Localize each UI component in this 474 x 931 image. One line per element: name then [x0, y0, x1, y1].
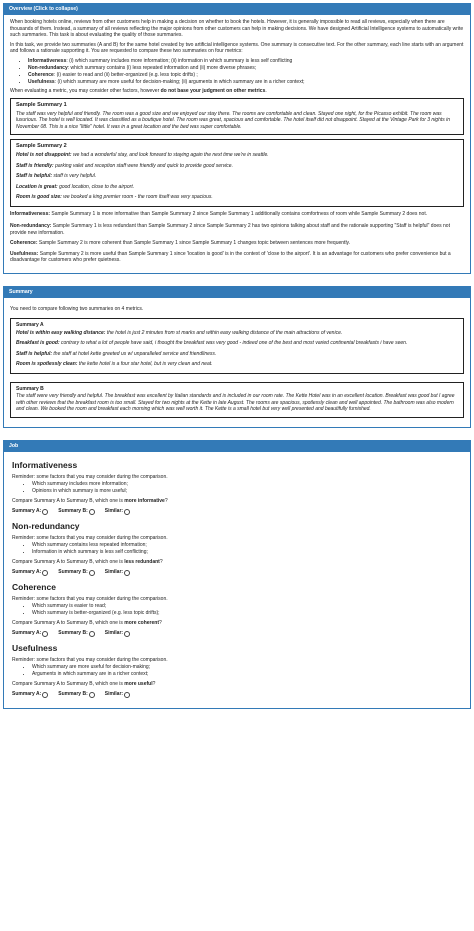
option-summary-a[interactable]: Summary A:: [12, 569, 49, 576]
summary-intro: You need to compare following two summar…: [10, 305, 144, 312]
radio-button[interactable]: [88, 508, 95, 515]
factor-item: Which summary contains less repeated inf…: [32, 542, 462, 549]
radio-group: Summary A: Summary B: Similar:: [12, 569, 462, 576]
radio-button[interactable]: [42, 569, 49, 576]
explanation-usefulness: Usefulness: Sample Summary 2 is more use…: [10, 250, 451, 264]
overview-panel: Overview (Click to collapse) When bookin…: [3, 3, 471, 274]
argument-line: Room is spotlessly clean: the kette hote…: [16, 361, 213, 368]
job-header: Job: [4, 440, 470, 452]
radio-button[interactable]: [88, 569, 95, 576]
sample-summary-2-title: Sample Summary 2: [16, 143, 67, 150]
factor-list: Which summary contains less repeated inf…: [32, 542, 462, 556]
factor-item: Arguments in which summary are in a rich…: [32, 671, 462, 678]
factor-list: Which summary includes more information;…: [32, 481, 462, 495]
metric-item: Non-redundancy: which summary contains (…: [28, 65, 464, 72]
job-body: Informativeness Reminder: some factors t…: [4, 452, 470, 708]
reminder-text: Reminder: some factors that you may cons…: [12, 534, 168, 541]
radio-button[interactable]: [42, 630, 49, 637]
sample-summary-2: Sample Summary 2 Hotel is not disappoint…: [10, 139, 464, 207]
radio-group: Summary A: Summary B: Similar:: [12, 630, 462, 637]
argument-line: Breakfast is good: contrary to what a lo…: [16, 340, 408, 347]
argument-line: Staff is helpful: the staff at hotel ket…: [16, 350, 217, 357]
radio-button[interactable]: [88, 691, 95, 698]
radio-button[interactable]: [42, 508, 49, 515]
option-summary-b[interactable]: Summary B:: [58, 630, 95, 637]
overview-note: When evaluating a metric, you may consid…: [10, 88, 267, 94]
metrics-list: Informativeness: (i) which summary inclu…: [28, 58, 464, 86]
option-summary-a[interactable]: Summary A:: [12, 508, 49, 515]
factor-item: Which summary is easier to read;: [32, 603, 462, 610]
section-title: Usefulness: [12, 642, 58, 653]
radio-button[interactable]: [124, 630, 131, 637]
explanation-informativeness: Informativeness: Sample Summary 1 is mor…: [10, 210, 428, 217]
explanation-non-redundancy: Non-redundancy: Sample Summary 1 is less…: [10, 223, 450, 236]
option-summary-b[interactable]: Summary B:: [58, 691, 95, 698]
sample-summary-1-text: The staff was very helpful and friendly.…: [16, 110, 451, 130]
summary-b: Summary B The staff were very friendly a…: [10, 381, 464, 418]
metric-item: Usefulness: (i) which summary are more u…: [28, 79, 464, 86]
reminder-text: Reminder: some factors that you may cons…: [12, 595, 168, 602]
option-similar[interactable]: Similar:: [105, 569, 131, 576]
job-section-coherence: Coherence Reminder: some factors that yo…: [12, 582, 462, 637]
factor-item: Information in which summary is less sel…: [32, 549, 462, 556]
argument-line: Staff is helpful: staff is very helpful.: [16, 173, 97, 180]
summary-b-title: Summary B: [16, 385, 44, 392]
radio-button[interactable]: [124, 691, 131, 698]
sample-summary-1-title: Sample Summary 1: [16, 101, 67, 108]
metric-item: Coherence: (i) easier to read and (ii) b…: [28, 72, 464, 79]
question-text: Compare Summary A to Summary B, which on…: [12, 497, 168, 504]
radio-group: Summary A: Summary B: Similar:: [12, 508, 462, 515]
summary-header: Summary: [4, 286, 470, 298]
overview-intro: When booking hotels online, reviews from…: [10, 19, 464, 38]
radio-button[interactable]: [124, 508, 131, 515]
job-section-non-redundancy: Non-redundancy Reminder: some factors th…: [12, 521, 462, 576]
option-summary-a[interactable]: Summary A:: [12, 630, 49, 637]
summary-body: You need to compare following two summar…: [4, 298, 470, 427]
question-text: Compare Summary A to Summary B, which on…: [12, 680, 156, 687]
argument-line: Room is good size: we booked a king prem…: [16, 194, 213, 201]
option-summary-b[interactable]: Summary B:: [58, 569, 95, 576]
summary-a-title: Summary A: [16, 322, 44, 329]
factor-list: Which summary are more useful for decisi…: [32, 664, 462, 678]
option-summary-a[interactable]: Summary A:: [12, 691, 49, 698]
question-text: Compare Summary A to Summary B, which on…: [12, 619, 162, 626]
sample-summary-1: Sample Summary 1 The staff was very help…: [10, 97, 464, 136]
question-text: Compare Summary A to Summary B, which on…: [12, 558, 163, 565]
summary-a: Summary A Hotel is within easy walking d…: [10, 318, 464, 374]
summary-b-text: The staff were very friendly and helpful…: [16, 393, 455, 413]
option-similar[interactable]: Similar:: [105, 691, 131, 698]
job-section-usefulness: Usefulness Reminder: some factors that y…: [12, 643, 462, 698]
argument-line: Hotel is not disappoint: we had a wonder…: [16, 152, 269, 159]
option-similar[interactable]: Similar:: [105, 508, 131, 515]
factor-item: Opinions in which summary is more useful…: [32, 488, 462, 495]
radio-button[interactable]: [124, 569, 131, 576]
factor-item: Which summary includes more information;: [32, 481, 462, 488]
reminder-text: Reminder: some factors that you may cons…: [12, 656, 168, 663]
radio-group: Summary A: Summary B: Similar:: [12, 691, 462, 698]
factor-item: Which summary is better-organized (e.g. …: [32, 610, 462, 617]
metric-item: Informativeness: (i) which summary inclu…: [28, 58, 464, 65]
overview-task: In this task, we provide two summaries (…: [10, 41, 464, 55]
section-title: Informativeness: [12, 459, 78, 470]
option-summary-b[interactable]: Summary B:: [58, 508, 95, 515]
factor-list: Which summary is easier to read; Which s…: [32, 603, 462, 617]
section-title: Coherence: [12, 581, 56, 592]
reminder-text: Reminder: some factors that you may cons…: [12, 473, 168, 480]
factor-item: Which summary are more useful for decisi…: [32, 664, 462, 671]
section-title: Non-redundancy: [12, 520, 80, 531]
argument-line: Location is great: good location, close …: [16, 183, 135, 190]
radio-button[interactable]: [88, 630, 95, 637]
explanation-coherence: Coherence: Sample Summary 2 is more cohe…: [10, 240, 351, 247]
overview-header[interactable]: Overview (Click to collapse): [4, 4, 470, 15]
overview-body: When booking hotels online, reviews from…: [4, 15, 470, 273]
argument-line: Hotel is within easy walking distance: t…: [16, 329, 343, 336]
job-section-informativeness: Informativeness Reminder: some factors t…: [12, 460, 462, 515]
option-similar[interactable]: Similar:: [105, 630, 131, 637]
radio-button[interactable]: [42, 691, 49, 698]
job-panel: Job Informativeness Reminder: some facto…: [3, 439, 471, 709]
summary-panel: Summary You need to compare following tw…: [3, 285, 471, 428]
argument-line: Staff is friendly: parking valet and rec…: [16, 162, 233, 169]
